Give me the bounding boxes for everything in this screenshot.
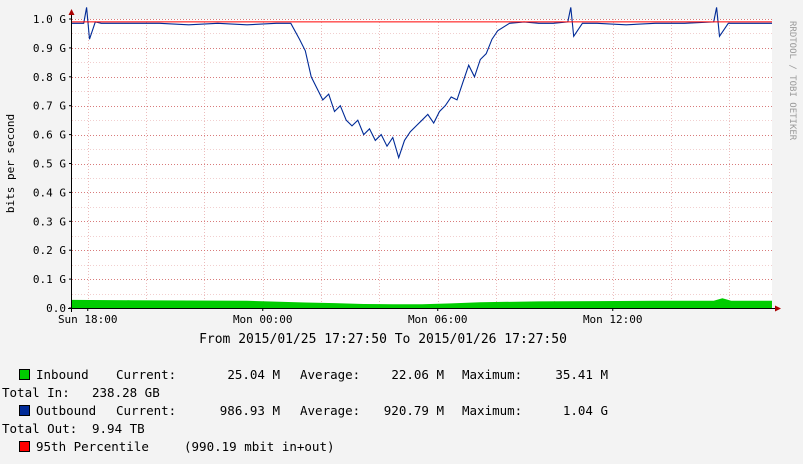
percentile-swatch — [19, 441, 30, 452]
legend-total-in: Total In: 238.28 GB — [0, 384, 608, 402]
x-tick-label: Mon 00:00 — [233, 313, 293, 326]
legend-name: Outbound — [36, 403, 97, 418]
legend-value: 238.28 GB — [92, 385, 160, 400]
y-tick-label: 0.1 G — [33, 273, 66, 286]
legend: Inbound Current: 25.04 M Average: 22.06 M Max… — [2, 366, 608, 456]
legend-label: Current: — [116, 403, 177, 418]
outbound-swatch — [19, 405, 30, 416]
y-tick-label: 0.7 G — [33, 100, 66, 113]
legend-value: 22.06 M — [391, 367, 444, 382]
legend-total-out: Total Out: 9.94 TB — [0, 420, 608, 438]
traffic-graph: 0.0 0.1 G 0.2 G 0.3 G 0.4 G 0.5 G 0.6 G 0.7 G 0.… — [0, 0, 803, 464]
legend-label: Maximum: — [462, 367, 523, 382]
chart-svg: 0.00.1 G0.2 G0.3 G0.4 G0.5 G0.6 G0.7 G0.… — [0, 0, 803, 360]
legend-value: 920.79 M — [383, 403, 444, 418]
legend-label: Average: — [300, 367, 361, 382]
watermark: RRDTOOL / TOBI OETIKER — [787, 21, 797, 141]
legend-value: 25.04 M — [227, 367, 280, 382]
inbound-swatch — [19, 369, 30, 380]
legend-row-outbound: Outbound Current: 986.93 M Average: 920.79 M… — [19, 402, 608, 420]
legend-label: Current: — [116, 367, 177, 382]
y-tick-label: 0.3 G — [33, 215, 66, 228]
y-axis-label: bits per second — [4, 114, 17, 213]
time-range-caption: From 2015/01/25 17:27:50 To 2015/01/26 1… — [199, 332, 567, 347]
y-tick-label: 0.2 G — [33, 244, 66, 257]
y-tick-label: 0.9 G — [33, 42, 66, 55]
legend-name: Inbound — [36, 367, 89, 382]
legend-label: Total In: — [2, 385, 70, 400]
legend-value: (990.19 mbit in+out) — [184, 439, 335, 454]
y-tick-label: 1.0 G — [33, 13, 66, 26]
legend-value: 35.41 M — [555, 367, 608, 382]
legend-row-percentile: 95th Percentile (990.19 mbit in+out) — [19, 438, 608, 456]
x-tick-label: Mon 06:00 — [408, 313, 468, 326]
y-tick-label: 0.4 G — [33, 186, 66, 199]
legend-row-inbound: Inbound Current: 25.04 M Average: 22.06 M Max… — [19, 366, 608, 384]
legend-value: 986.93 M — [219, 403, 280, 418]
legend-label: Total Out: — [2, 421, 78, 436]
y-tick-label: 0.8 G — [33, 71, 66, 84]
legend-value: 1.04 G — [562, 403, 608, 418]
legend-label: Average: — [300, 403, 361, 418]
legend-name: 95th Percentile — [36, 439, 149, 454]
legend-label: Maximum: — [462, 403, 523, 418]
y-tick-label: 0.6 G — [33, 129, 66, 142]
y-tick-label: 0.5 G — [33, 158, 66, 171]
legend-value: 9.94 TB — [92, 421, 145, 436]
x-tick-label: Mon 12:00 — [583, 313, 643, 326]
x-tick-label: Sun 18:00 — [58, 313, 118, 326]
